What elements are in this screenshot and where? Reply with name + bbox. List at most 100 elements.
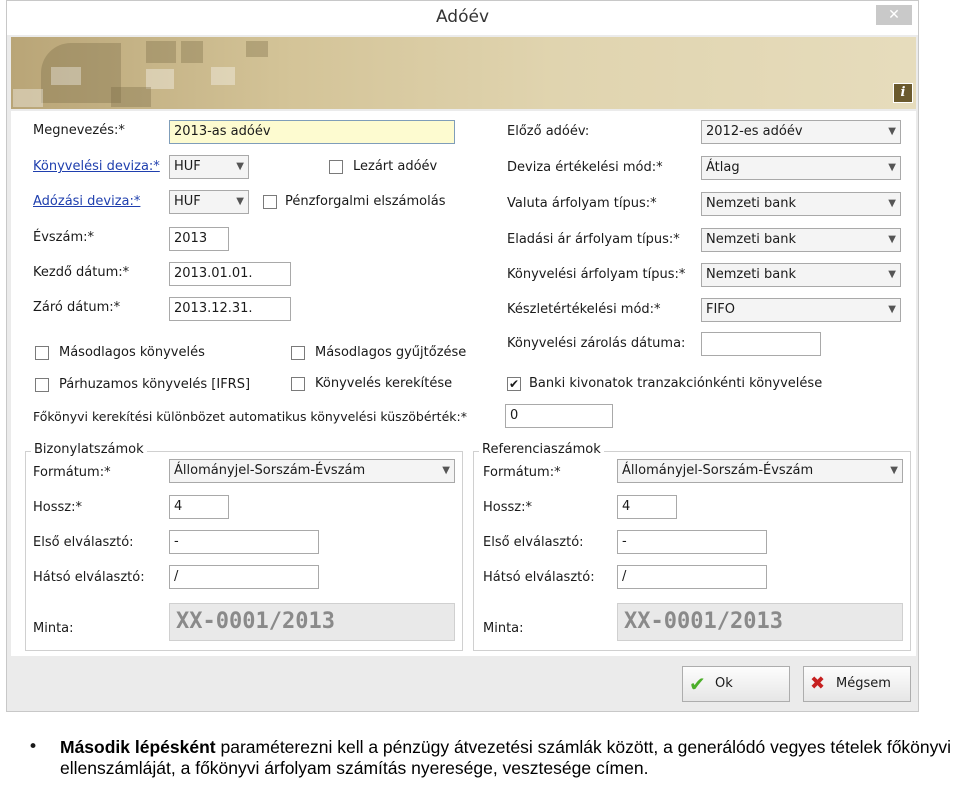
reference-length-input[interactable]: 4 bbox=[617, 495, 677, 519]
button-bar: ✔ Ok ✖ Mégsem bbox=[11, 658, 916, 708]
closed-year-label: Lezárt adóév bbox=[353, 159, 438, 174]
reference-format-select[interactable]: Állományjel-Sorszám-Évszám ▼ bbox=[617, 459, 903, 483]
reference-length-label: Hossz:* bbox=[483, 500, 532, 515]
stock-valuation-label: Készletértékelési mód:* bbox=[507, 302, 661, 317]
note-bullet: • bbox=[28, 737, 39, 757]
chevron-down-icon: ▼ bbox=[236, 196, 244, 207]
rounding-checkbox[interactable] bbox=[291, 377, 305, 391]
voucher-format-select[interactable]: Állományjel-Sorszám-Évszám ▼ bbox=[169, 459, 455, 483]
sales-rate-type-select[interactable]: Nemzeti bank ▼ bbox=[701, 228, 901, 252]
chevron-down-icon: ▼ bbox=[888, 126, 896, 137]
parallel-accounting-label: Párhuzamos könyvelés [IFRS] bbox=[59, 377, 251, 392]
stock-valuation-value: FIFO bbox=[706, 302, 736, 317]
check-icon: ✔ bbox=[689, 672, 706, 696]
voucher-last-sep-input[interactable]: / bbox=[169, 565, 319, 589]
reference-format-value: Állományjel-Sorszám-Évszám bbox=[622, 463, 814, 478]
header-banner bbox=[11, 37, 916, 109]
cash-accounting-label: Pénzforgalmi elszámolás bbox=[285, 194, 446, 209]
accounting-rate-type-select[interactable]: Nemzeti bank ▼ bbox=[701, 263, 901, 287]
info-icon[interactable]: i bbox=[893, 83, 913, 103]
chevron-down-icon: ▼ bbox=[236, 161, 244, 172]
lock-date-label: Könyvelési zárolás dátuma: bbox=[507, 336, 686, 351]
cancel-button[interactable]: ✖ Mégsem bbox=[803, 666, 911, 702]
start-date-input[interactable]: 2013.01.01. bbox=[169, 262, 291, 286]
ok-button-label: Ok bbox=[715, 676, 733, 691]
prev-year-select[interactable]: 2012-es adóév ▼ bbox=[701, 120, 901, 144]
voucher-length-input[interactable]: 4 bbox=[169, 495, 229, 519]
start-date-label: Kezdő dátum:* bbox=[33, 265, 130, 280]
bank-statement-checkbox[interactable]: ✔ bbox=[507, 377, 521, 391]
reference-first-sep-input[interactable]: - bbox=[617, 530, 767, 554]
year-input[interactable]: 2013 bbox=[169, 227, 229, 251]
cash-accounting-checkbox[interactable] bbox=[263, 195, 277, 209]
reference-format-label: Formátum:* bbox=[483, 465, 561, 480]
accounting-currency-select[interactable]: HUF ▼ bbox=[169, 155, 249, 179]
chevron-down-icon: ▼ bbox=[442, 465, 450, 476]
accounting-rate-type-value: Nemzeti bank bbox=[706, 267, 797, 282]
voucher-first-sep-label: Első elválasztó: bbox=[33, 535, 134, 550]
fx-valuation-label: Deviza értékelési mód:* bbox=[507, 160, 663, 175]
voucher-last-sep-label: Hátsó elválasztó: bbox=[33, 570, 145, 585]
secondary-accounting-label: Másodlagos könyvelés bbox=[59, 345, 205, 360]
prev-year-label: Előző adóév: bbox=[507, 124, 590, 139]
end-date-input[interactable]: 2013.12.31. bbox=[169, 297, 291, 321]
reference-sample-label: Minta: bbox=[483, 621, 524, 636]
name-label: Megnevezés:* bbox=[33, 123, 125, 138]
voucher-sample-value: XX-0001/2013 bbox=[169, 603, 455, 641]
currency-rate-type-select[interactable]: Nemzeti bank ▼ bbox=[701, 192, 901, 216]
sales-rate-type-value: Nemzeti bank bbox=[706, 232, 797, 247]
secondary-accounting-checkbox[interactable] bbox=[35, 346, 49, 360]
end-date-label: Záró dátum:* bbox=[33, 300, 121, 315]
reference-numbers-legend: Referenciaszámok bbox=[479, 442, 604, 457]
reference-last-sep-input[interactable]: / bbox=[617, 565, 767, 589]
tax-currency-value: HUF bbox=[174, 194, 201, 209]
accounting-currency-value: HUF bbox=[174, 159, 201, 174]
title-bar: Adóév ✕ bbox=[7, 1, 918, 35]
tax-currency-link[interactable]: Adózási deviza:* bbox=[33, 194, 140, 209]
cross-icon: ✖ bbox=[810, 673, 826, 694]
reference-sample-value: XX-0001/2013 bbox=[617, 603, 903, 641]
note-paragraph: Második lépésként paraméterezni kell a p… bbox=[60, 737, 955, 779]
tax-currency-select[interactable]: HUF ▼ bbox=[169, 190, 249, 214]
voucher-sample-label: Minta: bbox=[33, 621, 74, 636]
chevron-down-icon: ▼ bbox=[888, 304, 896, 315]
prev-year-value: 2012-es adóév bbox=[706, 124, 803, 139]
parallel-accounting-checkbox[interactable] bbox=[35, 378, 49, 392]
accounting-rate-type-label: Könyvelési árfolyam típus:* bbox=[507, 267, 686, 282]
cancel-button-label: Mégsem bbox=[836, 676, 891, 691]
currency-rate-type-label: Valuta árfolyam típus:* bbox=[507, 196, 657, 211]
form-panel: Megnevezés:* 2013-as adóév Könyvelési de… bbox=[11, 111, 916, 656]
threshold-label: Főkönyvi kerekítési különbözet automatik… bbox=[33, 409, 467, 424]
voucher-length-label: Hossz:* bbox=[33, 500, 82, 515]
chevron-down-icon: ▼ bbox=[890, 465, 898, 476]
lock-date-input[interactable] bbox=[701, 332, 821, 356]
window-title: Adóév bbox=[435, 7, 490, 27]
threshold-input[interactable]: 0 bbox=[505, 404, 613, 428]
stock-valuation-select[interactable]: FIFO ▼ bbox=[701, 298, 901, 322]
year-label: Évszám:* bbox=[33, 230, 95, 245]
chevron-down-icon: ▼ bbox=[888, 234, 896, 245]
accounting-currency-link[interactable]: Könyvelési deviza:* bbox=[33, 159, 160, 174]
chevron-down-icon: ▼ bbox=[888, 198, 896, 209]
name-input[interactable]: 2013-as adóév bbox=[169, 120, 455, 144]
closed-year-checkbox[interactable] bbox=[329, 160, 343, 174]
dialog-window: Adóév ✕ i Megnevezés:* 2013-as adóév Kön… bbox=[6, 0, 919, 712]
secondary-collection-label: Másodlagos gyűjtőzése bbox=[315, 345, 467, 360]
currency-rate-type-value: Nemzeti bank bbox=[706, 196, 797, 211]
fx-valuation-value: Átlag bbox=[706, 160, 740, 175]
fx-valuation-select[interactable]: Átlag ▼ bbox=[701, 156, 901, 180]
reference-last-sep-label: Hátsó elválasztó: bbox=[483, 570, 595, 585]
chevron-down-icon: ▼ bbox=[888, 162, 896, 173]
voucher-format-label: Formátum:* bbox=[33, 465, 111, 480]
ok-button[interactable]: ✔ Ok bbox=[682, 666, 790, 702]
voucher-first-sep-input[interactable]: - bbox=[169, 530, 319, 554]
chevron-down-icon: ▼ bbox=[888, 269, 896, 280]
close-button[interactable]: ✕ bbox=[876, 5, 912, 25]
note-bold: Második lépésként bbox=[60, 737, 216, 757]
sales-rate-type-label: Eladási ár árfolyam típus:* bbox=[507, 232, 680, 247]
rounding-label: Könyvelés kerekítése bbox=[315, 376, 453, 391]
reference-first-sep-label: Első elválasztó: bbox=[483, 535, 584, 550]
secondary-collection-checkbox[interactable] bbox=[291, 346, 305, 360]
bank-statement-label: Banki kivonatok tranzakciónkénti könyvel… bbox=[529, 376, 823, 391]
voucher-format-value: Állományjel-Sorszám-Évszám bbox=[174, 463, 366, 478]
